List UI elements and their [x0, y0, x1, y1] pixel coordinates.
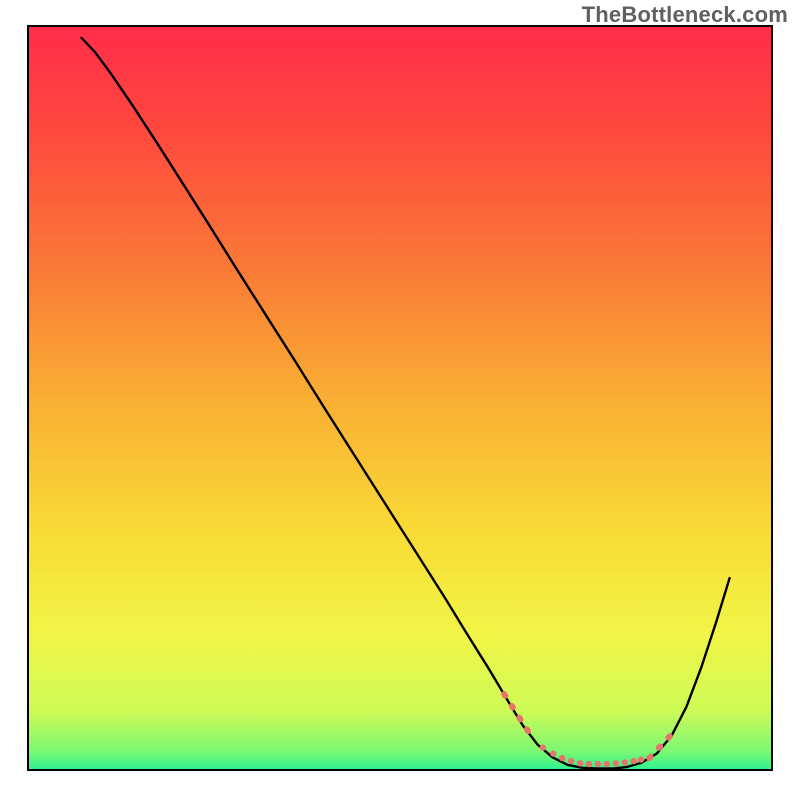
- bottleneck-chart: [0, 0, 800, 800]
- chart-stage: TheBottleneck.com: [0, 0, 800, 800]
- plot-background: [28, 26, 772, 770]
- watermark-text: TheBottleneck.com: [582, 2, 788, 28]
